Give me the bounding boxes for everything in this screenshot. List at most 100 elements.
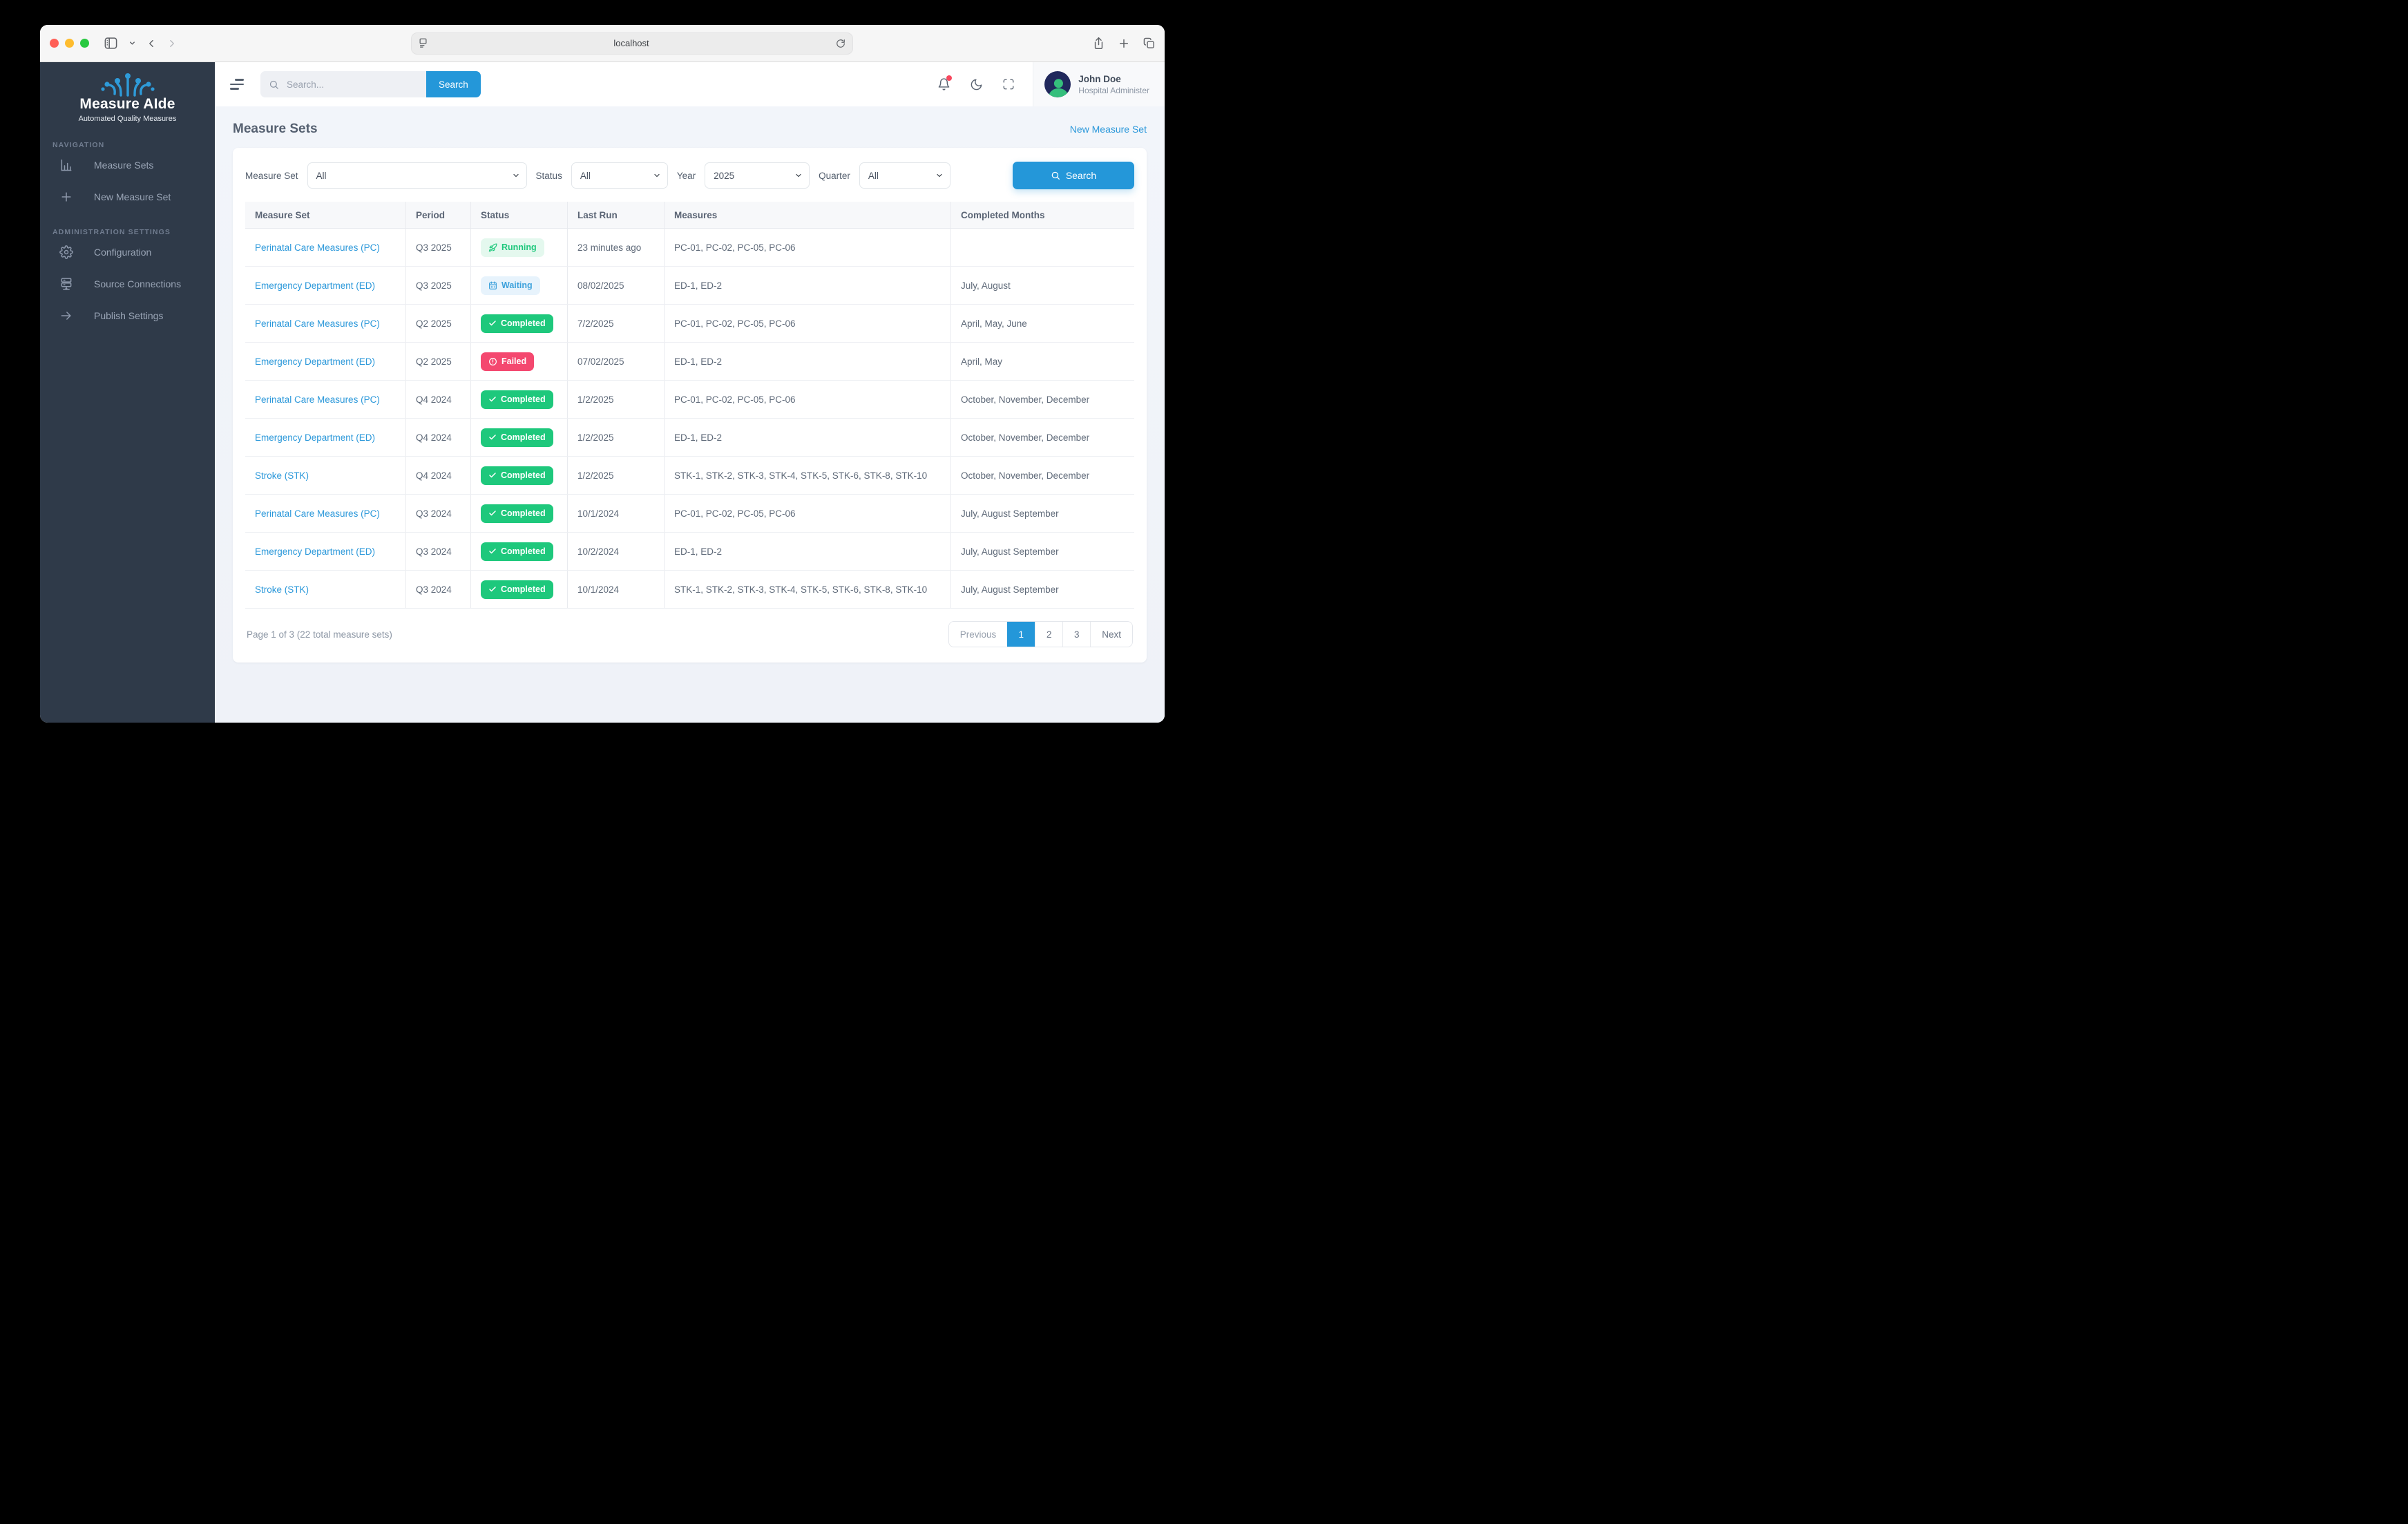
measure-set-cell: Perinatal Care Measures (PC) (245, 495, 405, 532)
page-title: Measure Sets (233, 122, 318, 137)
chevron-down-icon[interactable] (128, 39, 136, 47)
pagination: Previous 123 Next (948, 621, 1133, 647)
previous-page-button[interactable]: Previous (949, 622, 1008, 647)
measure-set-link[interactable]: Emergency Department (ED) (255, 280, 375, 291)
next-page-button[interactable]: Next (1090, 622, 1132, 647)
quarter-select[interactable]: All (859, 162, 950, 189)
measure-set-link[interactable]: Stroke (STK) (255, 584, 309, 595)
table-row: Emergency Department (ED)Q2 2025Failed07… (245, 343, 1134, 381)
table-row: Perinatal Care Measures (PC) Q3 2025 Runni… (245, 229, 1134, 267)
period-cell: Q2 2025 (405, 305, 470, 342)
sidebar-item-label: New Measure Set (94, 191, 171, 202)
filter-search-button[interactable]: Search (1013, 162, 1134, 189)
period-cell: Q3 2025 (405, 267, 470, 304)
check-icon (488, 319, 497, 327)
page-button-3[interactable]: 3 (1062, 622, 1090, 647)
forward-icon[interactable] (167, 37, 176, 50)
measures-cell: PC-01, PC-02, PC-05, PC-06 (664, 381, 950, 418)
measure-set-link[interactable]: Emergency Department (ED) (255, 432, 375, 443)
measure-set-link[interactable]: Stroke (STK) (255, 470, 309, 481)
measure-set-cell: Perinatal Care Measures (PC) (245, 381, 405, 418)
measure-set-link[interactable]: Perinatal Care Measures (PC) (255, 394, 380, 405)
check-icon (488, 471, 497, 479)
measures-cell: STK-1, STK-2, STK-3, STK-4, STK-5, STK-6… (664, 457, 950, 494)
measure-set-link[interactable]: Perinatal Care Measures (PC) (255, 242, 380, 253)
minimize-window-button[interactable] (65, 39, 74, 48)
status-cell: Completed (470, 381, 567, 418)
year-select[interactable]: 2025 (705, 162, 810, 189)
rocket-icon (488, 243, 497, 252)
last-run-cell: 1/2/2025 (567, 457, 664, 494)
measures-cell: ED-1, ED-2 (664, 267, 950, 304)
new-tab-icon[interactable] (1118, 38, 1129, 49)
table-row: Stroke (STK)Q4 2024Completed1/2/2025STK-… (245, 457, 1134, 495)
status-cell: Waiting (470, 267, 567, 304)
page-content: Measure Sets New Measure Set Measure Set… (215, 106, 1165, 723)
server-icon (59, 277, 73, 291)
fullscreen-icon[interactable] (1002, 78, 1015, 91)
close-window-button[interactable] (50, 39, 59, 48)
dark-mode-moon-icon[interactable] (970, 78, 983, 91)
sidebar-item-publish-settings[interactable]: Publish Settings (40, 300, 215, 332)
pagination-summary: Page 1 of 3 (22 total measure sets) (247, 629, 392, 640)
measure-set-select[interactable]: All (307, 162, 527, 189)
filter-bar: Measure Set All Status All Year (245, 162, 1134, 189)
share-icon[interactable] (1093, 37, 1105, 50)
measure-set-link[interactable]: Emergency Department (ED) (255, 546, 375, 557)
address-bar[interactable]: localhost (411, 32, 853, 55)
last-run-cell: 10/2/2024 (567, 533, 664, 570)
period-cell: Q3 2025 (405, 229, 470, 266)
app-header: Search (215, 62, 1165, 106)
measures-cell: ED-1, ED-2 (664, 533, 950, 570)
status-badge: Completed (481, 542, 553, 561)
status-cell: Completed (470, 571, 567, 608)
status-cell: Failed (470, 343, 567, 380)
back-icon[interactable] (147, 37, 156, 50)
url-text: localhost (428, 38, 836, 48)
sidebar-item-new-measure-set[interactable]: New Measure Set (40, 181, 215, 213)
sidebar-item-configuration[interactable]: Configuration (40, 236, 215, 268)
new-measure-set-link[interactable]: New Measure Set (1070, 124, 1147, 135)
sidebar-item-source-connections[interactable]: Source Connections (40, 268, 215, 300)
status-cell: Running (470, 229, 567, 266)
measures-cell: ED-1, ED-2 (664, 343, 950, 380)
zoom-window-button[interactable] (80, 39, 89, 48)
last-run-cell: 10/1/2024 (567, 495, 664, 532)
nav-section-label: NAVIGATION (40, 141, 215, 149)
menu-toggle-icon[interactable] (230, 79, 244, 89)
measure-set-link[interactable]: Emergency Department (ED) (255, 356, 375, 367)
status-badge: Running (481, 238, 544, 257)
last-run-cell: 10/1/2024 (567, 571, 664, 608)
last-run-cell: 1/2/2025 (567, 381, 664, 418)
status-cell: Completed (470, 457, 567, 494)
tabs-overview-icon[interactable] (1143, 37, 1155, 49)
notifications-bell-icon[interactable] (937, 77, 950, 91)
browser-toolbar: localhost (40, 25, 1165, 62)
measures-cell: STK-1, STK-2, STK-3, STK-4, STK-5, STK-6… (664, 571, 950, 608)
page-button-2[interactable]: 2 (1035, 622, 1062, 647)
bar-chart-icon (59, 158, 73, 172)
last-run-cell: 07/02/2025 (567, 343, 664, 380)
calendar-icon (488, 281, 497, 290)
sidebar-item-measure-sets[interactable]: Measure Sets (40, 149, 215, 181)
search-input[interactable] (285, 79, 418, 91)
user-menu[interactable]: John Doe Hospital Administer (1033, 62, 1165, 106)
reader-icon[interactable] (419, 38, 428, 48)
completed-months-cell: July, August September (950, 495, 1134, 532)
completed-months-cell (950, 229, 1134, 266)
page-button-1[interactable]: 1 (1007, 622, 1035, 647)
status-select[interactable]: All (571, 162, 668, 189)
notification-dot (946, 75, 952, 81)
header-search-button[interactable]: Search (426, 71, 481, 97)
measure-set-link[interactable]: Perinatal Care Measures (PC) (255, 318, 380, 329)
measure-set-link[interactable]: Perinatal Care Measures (PC) (255, 508, 380, 519)
check-icon (488, 395, 497, 403)
reload-icon[interactable] (836, 39, 845, 48)
sidebar-toggle-icon[interactable] (104, 37, 117, 49)
table-row: Emergency Department (ED)Q3 2024Complete… (245, 533, 1134, 571)
measure-set-filter-label: Measure Set (245, 171, 298, 181)
check-icon (488, 509, 497, 517)
alert-icon (488, 357, 497, 366)
chevron-down-icon (794, 171, 803, 180)
period-cell: Q3 2024 (405, 571, 470, 608)
